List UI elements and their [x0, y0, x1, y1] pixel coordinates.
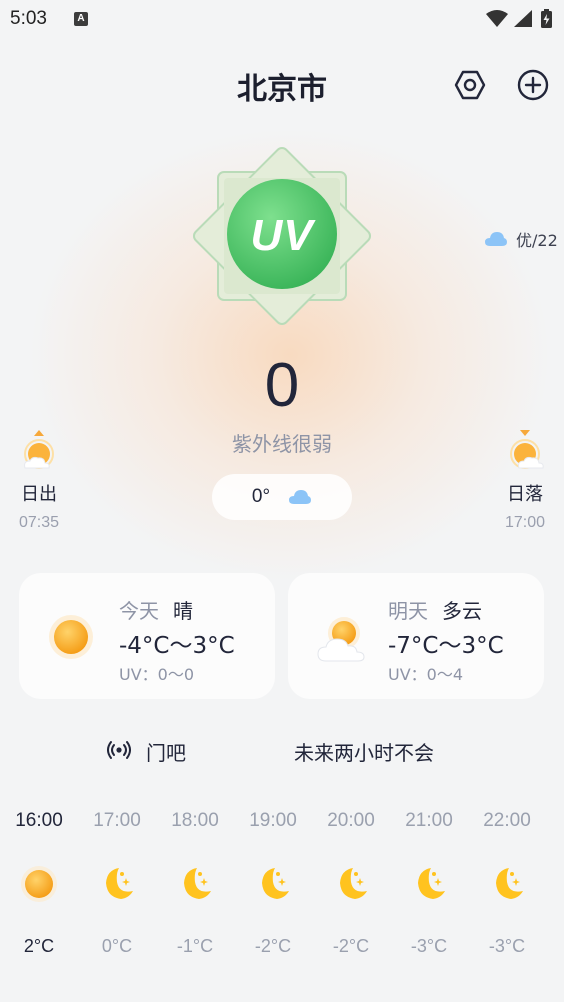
sunrise-label: 日出 [21, 484, 57, 505]
status-icons [484, 8, 556, 30]
radio-broadcast-icon [107, 741, 131, 759]
hourly-time: 21:00 [405, 810, 453, 831]
hourly-time: 18:00 [171, 810, 219, 831]
hourly-time: 17:00 [93, 810, 141, 831]
add-circle-icon [517, 69, 549, 101]
forecast-weather: 多云 [442, 599, 482, 623]
current-temp: 0° [251, 486, 271, 507]
forecast-temp: -7°C〜3°C [388, 633, 504, 659]
hourly-temp: 0°C [101, 936, 133, 956]
hourly-item[interactable]: 22:00 -3°C [472, 810, 542, 957]
hourly-item[interactable]: 17:00 0°C [82, 810, 152, 957]
uv-value: 0 [264, 351, 300, 420]
hourly-time: 19:00 [249, 810, 297, 831]
hourly-temp: -3°C [488, 936, 526, 956]
moon-icon [496, 868, 523, 899]
hourly-time: 16:00 [15, 810, 63, 831]
battery-icon [541, 9, 552, 28]
add-city-button[interactable] [515, 67, 551, 103]
hourly-item[interactable]: 18:00 -1°C [160, 810, 230, 957]
cloud-icon [485, 232, 507, 246]
wifi-icon [486, 10, 508, 27]
forecast-card-today[interactable]: 今天晴 -4°C〜3°C UV：0〜0 [19, 573, 275, 699]
hourly-item[interactable]: 19:00 -2°C [238, 810, 308, 957]
moon-icon [106, 868, 133, 899]
moon-icon [340, 868, 367, 899]
moon-icon [418, 868, 445, 899]
forecast-uv: UV：0〜4 [388, 665, 464, 684]
settings-hexagon-icon [454, 70, 486, 100]
cloud-icon [289, 490, 312, 504]
hourly-item[interactable]: 21:00 -3°C [394, 810, 464, 957]
sun-icon [21, 866, 57, 902]
forecast-day: 今天 [119, 599, 159, 623]
sunset-icon [510, 430, 544, 469]
moon-icon [262, 868, 289, 899]
moon-icon [184, 868, 211, 899]
current-temp-pill[interactable]: 0° [212, 474, 352, 520]
ticker-text-right[interactable]: 未来两小时不会 [294, 737, 434, 766]
hourly-item[interactable]: 20:00 -2°C [316, 810, 386, 957]
sunset-time: 17:00 [504, 514, 546, 531]
sunset-label: 日落 [507, 484, 543, 505]
ticker-text-left[interactable]: 门吧 [146, 737, 186, 766]
notification-icon: A [74, 12, 88, 26]
hourly-temp: -3°C [410, 936, 448, 956]
hourly-temp: -1°C [176, 936, 214, 956]
sunrise-time: 07:35 [18, 514, 60, 531]
uv-badge-text: UV [250, 211, 314, 260]
hourly-temp: -2°C [254, 936, 292, 956]
hourly-temp: -2°C [332, 936, 370, 956]
signal-icon [514, 10, 532, 27]
aqi-text: 优/22 [516, 231, 558, 250]
forecast-uv: UV：0〜0 [119, 665, 195, 684]
sun-icon [49, 615, 93, 659]
partly-cloudy-icon [317, 617, 365, 662]
hourly-item[interactable]: 16:00 2°C [4, 810, 74, 957]
uv-badge: UV [188, 142, 376, 330]
uv-description: 紫外线很弱 [232, 432, 332, 456]
hourly-time: 20:00 [327, 810, 375, 831]
forecast-card-tomorrow[interactable]: 明天 多云 -7°C〜3°C UV：0〜4 [288, 573, 544, 699]
aqi-indicator[interactable]: 优/22 [484, 227, 558, 251]
status-bar: 5:03 A [0, 0, 564, 40]
sunset-block: 日落 17:00 [495, 428, 555, 532]
forecast-weather: 晴 [173, 599, 193, 623]
forecast-temp: -4°C〜3°C [119, 633, 235, 659]
forecast-day: 明天 [388, 599, 428, 623]
settings-button[interactable] [452, 67, 488, 103]
status-time: 5:03 [10, 8, 47, 29]
hourly-time: 22:00 [483, 810, 531, 831]
sunrise-block: 日出 07:35 [9, 428, 69, 532]
sunrise-icon [24, 430, 54, 469]
hourly-temp: 2°C [23, 936, 55, 956]
